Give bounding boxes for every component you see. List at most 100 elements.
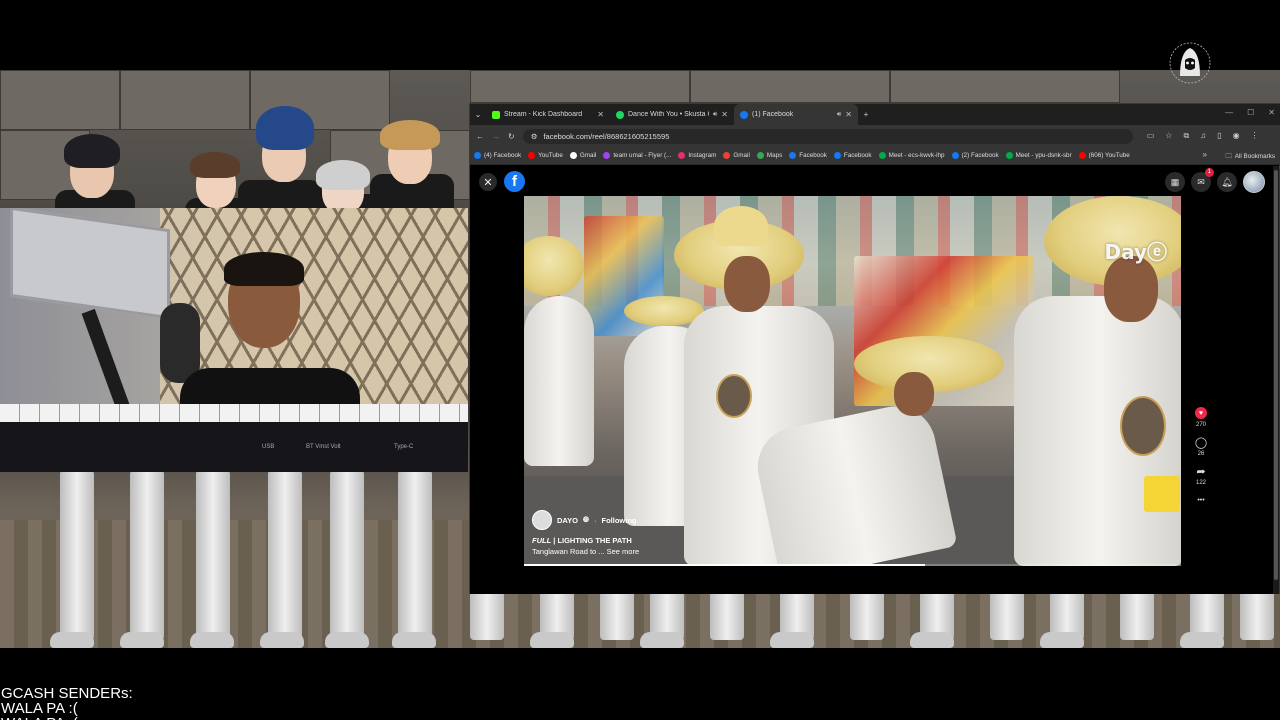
bookmark-label: Meet - ypu-dsnk-sbr xyxy=(1015,152,1072,159)
bookmark-label: Facebook xyxy=(799,152,827,159)
tab-search-chevron-icon[interactable]: ⌄ xyxy=(470,107,486,123)
microphone-icon xyxy=(160,303,200,383)
keyboard-label: BT Vmst Volt xyxy=(306,444,341,450)
bookmark-item[interactable]: team umal - Flyer (... xyxy=(603,152,671,159)
bookmark-item[interactable]: (4) Facebook xyxy=(474,152,521,159)
bookmark-item[interactable]: Meet - ypu-dsnk-sbr xyxy=(1005,152,1072,159)
extensions-icon[interactable]: ⧉ xyxy=(1183,131,1189,141)
media-controls-icon[interactable]: ♫ xyxy=(1200,131,1206,141)
spotify-icon xyxy=(616,110,624,119)
bookmark-item[interactable]: Gmail xyxy=(723,152,750,159)
reload-icon[interactable]: ↻ xyxy=(508,132,515,141)
tab-strip: ⌄ Stream - Kick Dashboard ✕ Dance With Y… xyxy=(470,104,1280,125)
author-avatar[interactable] xyxy=(532,510,552,530)
bookmark-label: Facebook xyxy=(843,152,872,159)
more-dots-icon: ••• xyxy=(1197,496,1205,504)
minimize-icon[interactable]: — xyxy=(1225,108,1233,117)
new-tab-button[interactable]: + xyxy=(858,107,874,123)
bookmark-favicon-icon xyxy=(878,152,886,159)
bookmark-favicon-icon xyxy=(474,152,481,159)
webcam-feed: USB BT Vmst Volt Type-C xyxy=(0,208,468,472)
forward-arrow-icon[interactable]: → xyxy=(492,132,500,141)
site-info-icon[interactable]: ⚙ xyxy=(531,132,538,141)
channel-logo xyxy=(1169,42,1211,84)
bookmark-favicon-icon xyxy=(833,152,841,159)
url-text: facebook.com/reel/868621605215595 xyxy=(543,131,670,141)
bookmark-item[interactable]: Facebook xyxy=(833,152,872,159)
messenger-icon[interactable]: ✉ 1 xyxy=(1191,168,1214,192)
side-panel-icon[interactable]: ▯ xyxy=(1217,131,1221,141)
kick-icon xyxy=(492,110,500,119)
close-icon[interactable]: ✕ xyxy=(479,173,497,191)
bookmark-label: Maps xyxy=(766,152,783,159)
bookmark-item[interactable]: Maps xyxy=(756,152,783,159)
tab-spotify[interactable]: Dance With You • Skusta Cl 🔊︎ ✕ xyxy=(610,104,734,125)
comment-count: 26 xyxy=(1197,451,1205,457)
bookmark-item[interactable]: Facebook xyxy=(789,152,827,159)
menu-kebab-icon[interactable]: ⋮ xyxy=(1251,131,1259,141)
bookmark-favicon-icon xyxy=(569,152,577,159)
bookmark-star-icon[interactable]: ☆ xyxy=(1165,131,1172,141)
like-count: 270 xyxy=(1195,422,1206,428)
share-button[interactable]: ➦ 122 xyxy=(1194,464,1208,487)
bookmark-item[interactable]: Instagram xyxy=(678,152,716,159)
share-arrow-icon: ➦ xyxy=(1196,465,1206,478)
comment-button[interactable]: ◯ 26 xyxy=(1194,435,1208,458)
bookmark-label: Gmail xyxy=(733,152,750,159)
back-arrow-icon[interactable]: ← xyxy=(476,132,484,141)
all-bookmarks-label: All Bookmarks xyxy=(1234,153,1275,160)
folder-icon: 🗀 xyxy=(1225,153,1232,160)
stream-canvas: USB BT Vmst Volt Type-C ⌄ Stream - Kick … xyxy=(0,0,1280,720)
audio-playing-icon[interactable]: 🔊︎ xyxy=(837,111,841,119)
browser-window: ⌄ Stream - Kick Dashboard ✕ Dance With Y… xyxy=(469,103,1280,594)
page-scrollbar[interactable] xyxy=(1273,166,1279,594)
like-button[interactable]: ♥ 270 xyxy=(1194,406,1208,428)
notifications-bell-icon[interactable]: 🔔︎ xyxy=(1217,172,1237,192)
bookmark-favicon-icon xyxy=(723,152,731,159)
maximize-icon[interactable]: ☐ xyxy=(1247,108,1254,117)
close-tab-icon[interactable]: ✕ xyxy=(845,110,852,119)
bookmark-item[interactable]: Gmail xyxy=(569,152,596,159)
reel-caption[interactable]: Tanglawan Road to ... See more xyxy=(532,547,639,556)
globe-icon: 🌐︎ xyxy=(582,515,589,524)
bookmark-item[interactable]: YouTube xyxy=(528,152,563,159)
reel-title: FULL | LIGHTING THE PATH xyxy=(532,536,639,545)
author-name[interactable]: DAYO xyxy=(557,516,578,525)
close-tab-icon[interactable]: ✕ xyxy=(597,110,604,119)
tab-kick-dashboard[interactable]: Stream - Kick Dashboard ✕ xyxy=(486,104,610,125)
close-tab-icon[interactable]: ✕ xyxy=(721,110,728,119)
video-progress-bar[interactable] xyxy=(524,564,1181,566)
follow-status[interactable]: Following xyxy=(601,516,636,525)
bookmark-label: (606) YouTube xyxy=(1088,152,1130,159)
bookmark-label: Meet - ecs-kwvk-ihp xyxy=(888,152,945,159)
facebook-icon xyxy=(740,110,748,119)
keyboard-label: Type-C xyxy=(394,444,414,450)
bookmark-label: team umal - Flyer (... xyxy=(613,152,672,159)
comment-icon: ◯ xyxy=(1194,436,1208,449)
profile-icon[interactable]: ◉ xyxy=(1233,131,1240,141)
menu-grid-icon[interactable]: ▦ xyxy=(1165,172,1185,192)
facebook-logo[interactable]: f xyxy=(504,171,525,192)
reel-video[interactable]: Dayⓔ DAYO 🌐︎ · Following FULL | LIGHTING… xyxy=(524,196,1181,566)
heart-icon: ♥ xyxy=(1195,407,1207,419)
all-bookmarks-button[interactable]: 🗀 All Bookmarks xyxy=(1225,151,1275,162)
gcash-senders-line: WALA PA :( xyxy=(1,716,133,720)
bookmark-item[interactable]: (2) Facebook xyxy=(951,152,999,159)
bookmark-item[interactable]: Meet - ecs-kwvk-ihp xyxy=(878,152,945,159)
video-progress-fill xyxy=(524,564,925,566)
tab-label: Stream - Kick Dashboard xyxy=(504,111,583,118)
more-options-button[interactable]: ••• xyxy=(1194,493,1208,507)
address-bar[interactable]: ⚙ facebook.com/reel/868621605215595 xyxy=(522,128,1133,144)
tab-facebook[interactable]: (1) Facebook 🔊︎ ✕ xyxy=(734,104,858,125)
close-window-icon[interactable]: ✕ xyxy=(1268,108,1275,117)
bookmark-favicon-icon xyxy=(528,152,536,159)
air-conditioner xyxy=(10,208,170,320)
reel-actions: ♥ 270 ◯ 26 ➦ 122 ••• xyxy=(1190,406,1212,514)
bookmark-item[interactable]: (606) YouTube xyxy=(1078,152,1130,159)
avatar[interactable] xyxy=(1243,171,1265,193)
bookmarks-overflow-icon[interactable]: » xyxy=(1203,150,1207,159)
bookmark-favicon-icon xyxy=(1005,152,1013,159)
cast-icon[interactable]: ▭ xyxy=(1147,131,1155,141)
bookmark-label: (2) Facebook xyxy=(961,152,999,159)
audio-playing-icon[interactable]: 🔊︎ xyxy=(713,111,717,119)
